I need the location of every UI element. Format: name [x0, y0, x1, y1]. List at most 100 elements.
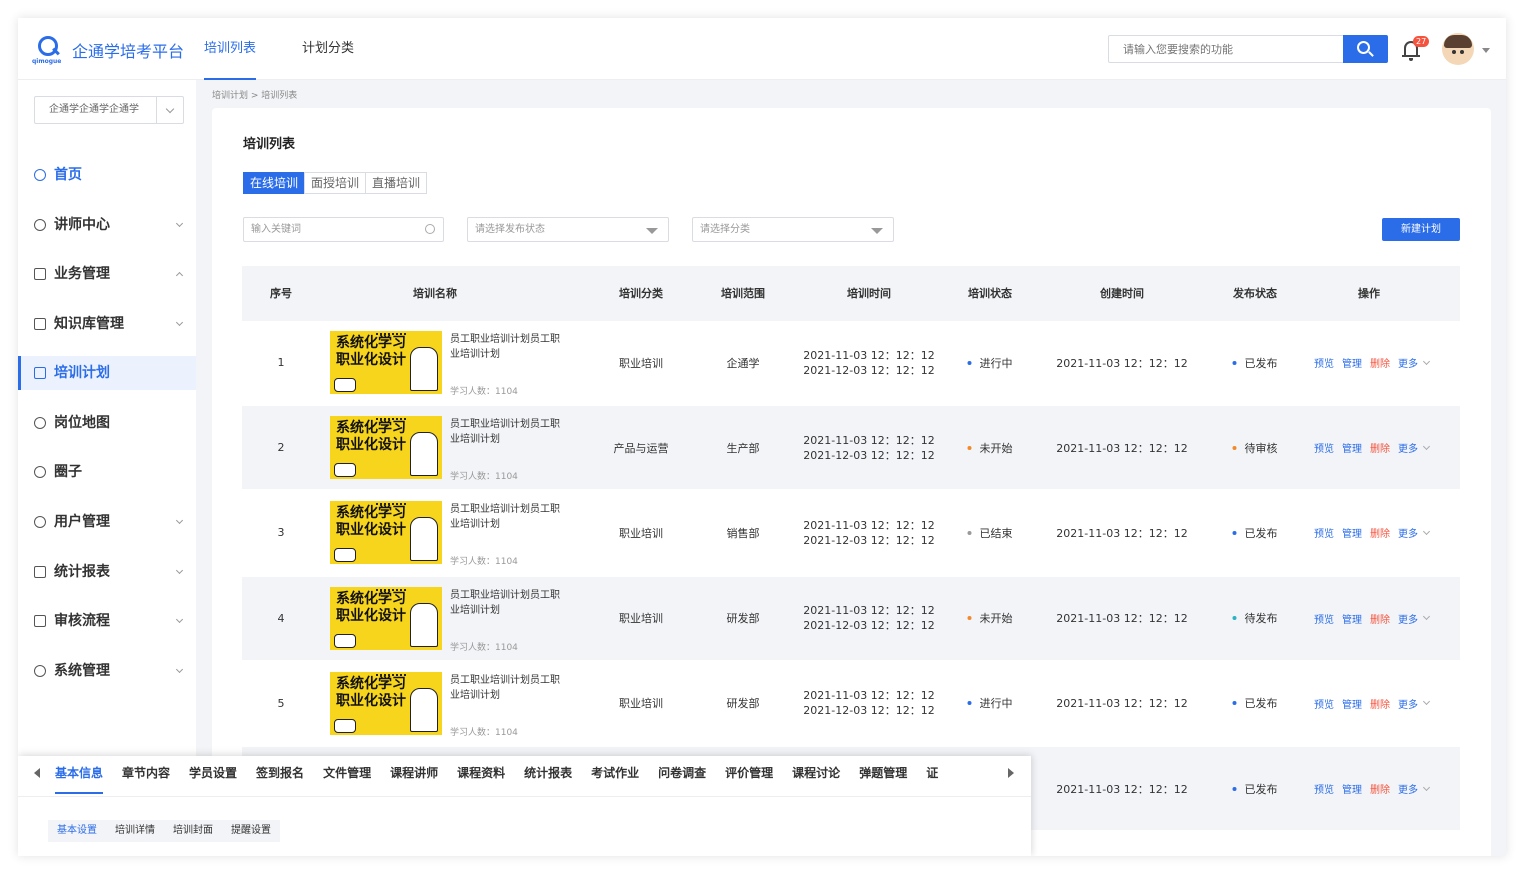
course-tab[interactable]: 课程资料	[457, 756, 505, 790]
manage-link[interactable]: 管理	[1342, 440, 1362, 455]
row-created: 2021-11-03 12：12：12	[1056, 356, 1188, 370]
chevron-down-icon[interactable]	[1422, 527, 1431, 535]
sidebar-item-system[interactable]: 系统管理	[18, 654, 196, 688]
sidebar-item-users[interactable]: 用户管理	[18, 505, 196, 539]
avatar[interactable]	[1442, 33, 1474, 65]
course-tab[interactable]: 学员设置	[189, 756, 237, 790]
course-tab[interactable]: 签到报名	[256, 756, 304, 790]
course-name[interactable]: 员工职业培训计划员工职业培训计划	[450, 673, 568, 703]
course-name[interactable]: 员工职业培训计划员工职业培训计划	[450, 417, 568, 447]
tab-live[interactable]: 直播培训	[365, 172, 428, 194]
row-created: 2021-11-03 12：12：12	[1056, 441, 1188, 455]
more-link[interactable]: 更多	[1398, 611, 1418, 626]
course-tab[interactable]: 章节内容	[122, 756, 170, 790]
delete-link[interactable]: 删除	[1370, 525, 1390, 540]
row-start-time: 2021-11-03 12：12：12	[803, 604, 935, 618]
course-thumbnail[interactable]: 系统化学习 职业化设计	[330, 416, 442, 480]
course-tab[interactable]: 考试作业	[591, 756, 639, 790]
more-link[interactable]: 更多	[1398, 355, 1418, 370]
row-category: 职业培训	[619, 526, 663, 540]
row-start-time: 2021-11-03 12：12：12	[803, 518, 935, 532]
course-tab[interactable]: 证	[926, 756, 938, 790]
nav-plan-category[interactable]: 计划分类	[302, 18, 354, 80]
publish-status-select[interactable]: 请选择发布状态	[467, 217, 669, 242]
sidebar-item-training-plan[interactable]: 培训计划	[18, 356, 196, 390]
course-tab[interactable]: 课程讨论	[792, 756, 840, 790]
sidebar-item-audit[interactable]: 审核流程	[18, 604, 196, 638]
keyword-input[interactable]: 输入关键词	[243, 217, 444, 242]
settings-subtab[interactable]: 基本设置	[48, 820, 106, 842]
course-thumbnail[interactable]: 系统化学习 职业化设计	[330, 586, 442, 650]
chevron-left-icon[interactable]	[34, 768, 40, 778]
search-button[interactable]	[1343, 35, 1388, 63]
course-tab[interactable]: 问卷调查	[658, 756, 706, 790]
course-tab[interactable]: 文件管理	[323, 756, 371, 790]
settings-subtab[interactable]: 培训封面	[164, 820, 222, 842]
more-link[interactable]: 更多	[1398, 440, 1418, 455]
settings-subtab[interactable]: 培训详情	[106, 820, 164, 842]
course-thumbnail[interactable]: 系统化学习 职业化设计	[330, 331, 442, 394]
caret-down-icon	[871, 228, 883, 234]
gear-icon	[34, 665, 46, 677]
tab-online[interactable]: 在线培训	[243, 172, 306, 194]
delete-link[interactable]: 删除	[1370, 611, 1390, 626]
preview-link[interactable]: 预览	[1314, 611, 1334, 626]
manage-link[interactable]: 管理	[1342, 611, 1362, 626]
sidebar-item-lecturer-center[interactable]: 讲师中心	[18, 208, 196, 242]
chevron-down-icon	[175, 665, 184, 674]
caret-down-icon[interactable]	[1482, 48, 1490, 53]
more-link[interactable]: 更多	[1398, 525, 1418, 540]
publish-status-placeholder: 请选择发布状态	[475, 224, 545, 235]
category-select[interactable]: 请选择分类	[692, 217, 894, 242]
sidebar-item-knowledge[interactable]: 知识库管理	[18, 307, 196, 341]
sidebar-item-reports[interactable]: 统计报表	[18, 555, 196, 589]
delete-link[interactable]: 删除	[1370, 355, 1390, 370]
delete-link[interactable]: 删除	[1370, 440, 1390, 455]
chevron-down-icon[interactable]	[1422, 357, 1431, 365]
course-name[interactable]: 员工职业培训计划员工职业培训计划	[450, 332, 568, 362]
preview-link[interactable]: 预览	[1314, 525, 1334, 540]
chevron-down-icon[interactable]	[1422, 698, 1431, 706]
course-tab[interactable]: 统计报表	[524, 756, 572, 790]
manage-link[interactable]: 管理	[1342, 696, 1362, 711]
delete-link[interactable]: 删除	[1370, 696, 1390, 711]
delete-link[interactable]: 删除	[1370, 781, 1390, 796]
settings-subtab[interactable]: 提醒设置	[222, 820, 280, 842]
more-link[interactable]: 更多	[1398, 696, 1418, 711]
row-category: 产品与运营	[613, 441, 669, 455]
more-link[interactable]: 更多	[1398, 781, 1418, 796]
sidebar-item-circle[interactable]: 圈子	[18, 455, 196, 489]
preview-link[interactable]: 预览	[1314, 440, 1334, 455]
users-icon	[34, 516, 46, 528]
tab-face-to-face[interactable]: 面授培训	[304, 172, 367, 194]
manage-link[interactable]: 管理	[1342, 781, 1362, 796]
course-tab[interactable]: 弹题管理	[859, 756, 907, 790]
chevron-down-icon[interactable]	[1422, 783, 1431, 791]
publish-dot	[1232, 445, 1237, 450]
course-tab[interactable]: 基本信息	[55, 756, 104, 794]
manage-link[interactable]: 管理	[1342, 525, 1362, 540]
course-tab[interactable]: 课程讲师	[390, 756, 438, 790]
preview-link[interactable]: 预览	[1314, 355, 1334, 370]
chevron-right-icon[interactable]	[1008, 768, 1014, 778]
course-thumbnail[interactable]: 系统化学习 职业化设计	[330, 501, 442, 565]
chevron-down-icon[interactable]	[1422, 613, 1431, 621]
chevron-down-icon[interactable]	[1422, 442, 1431, 450]
course-tab[interactable]: 评价管理	[725, 756, 773, 790]
nav-training-list[interactable]: 培训列表	[204, 18, 257, 80]
preview-link[interactable]: 预览	[1314, 696, 1334, 711]
course-thumbnail[interactable]: 系统化学习 职业化设计	[330, 671, 442, 735]
course-name[interactable]: 员工职业培训计划员工职业培训计划	[450, 502, 568, 532]
org-select[interactable]: 企通学企通学企通学	[34, 96, 184, 124]
logo-icon: qimogue	[32, 34, 66, 66]
learner-count: 学习人数：1104	[450, 727, 518, 738]
sidebar-item-home[interactable]: 首页	[18, 158, 196, 192]
sidebar-item-business[interactable]: 业务管理	[18, 257, 196, 291]
manage-link[interactable]: 管理	[1342, 355, 1362, 370]
preview-link[interactable]: 预览	[1314, 781, 1334, 796]
search-input[interactable]	[1109, 36, 1343, 62]
logo[interactable]: qimogue 企通学培考平台	[32, 34, 184, 66]
course-name[interactable]: 员工职业培训计划员工职业培训计划	[450, 588, 568, 618]
new-plan-button[interactable]: 新建计划	[1382, 218, 1460, 241]
sidebar-item-position-map[interactable]: 岗位地图	[18, 406, 196, 440]
